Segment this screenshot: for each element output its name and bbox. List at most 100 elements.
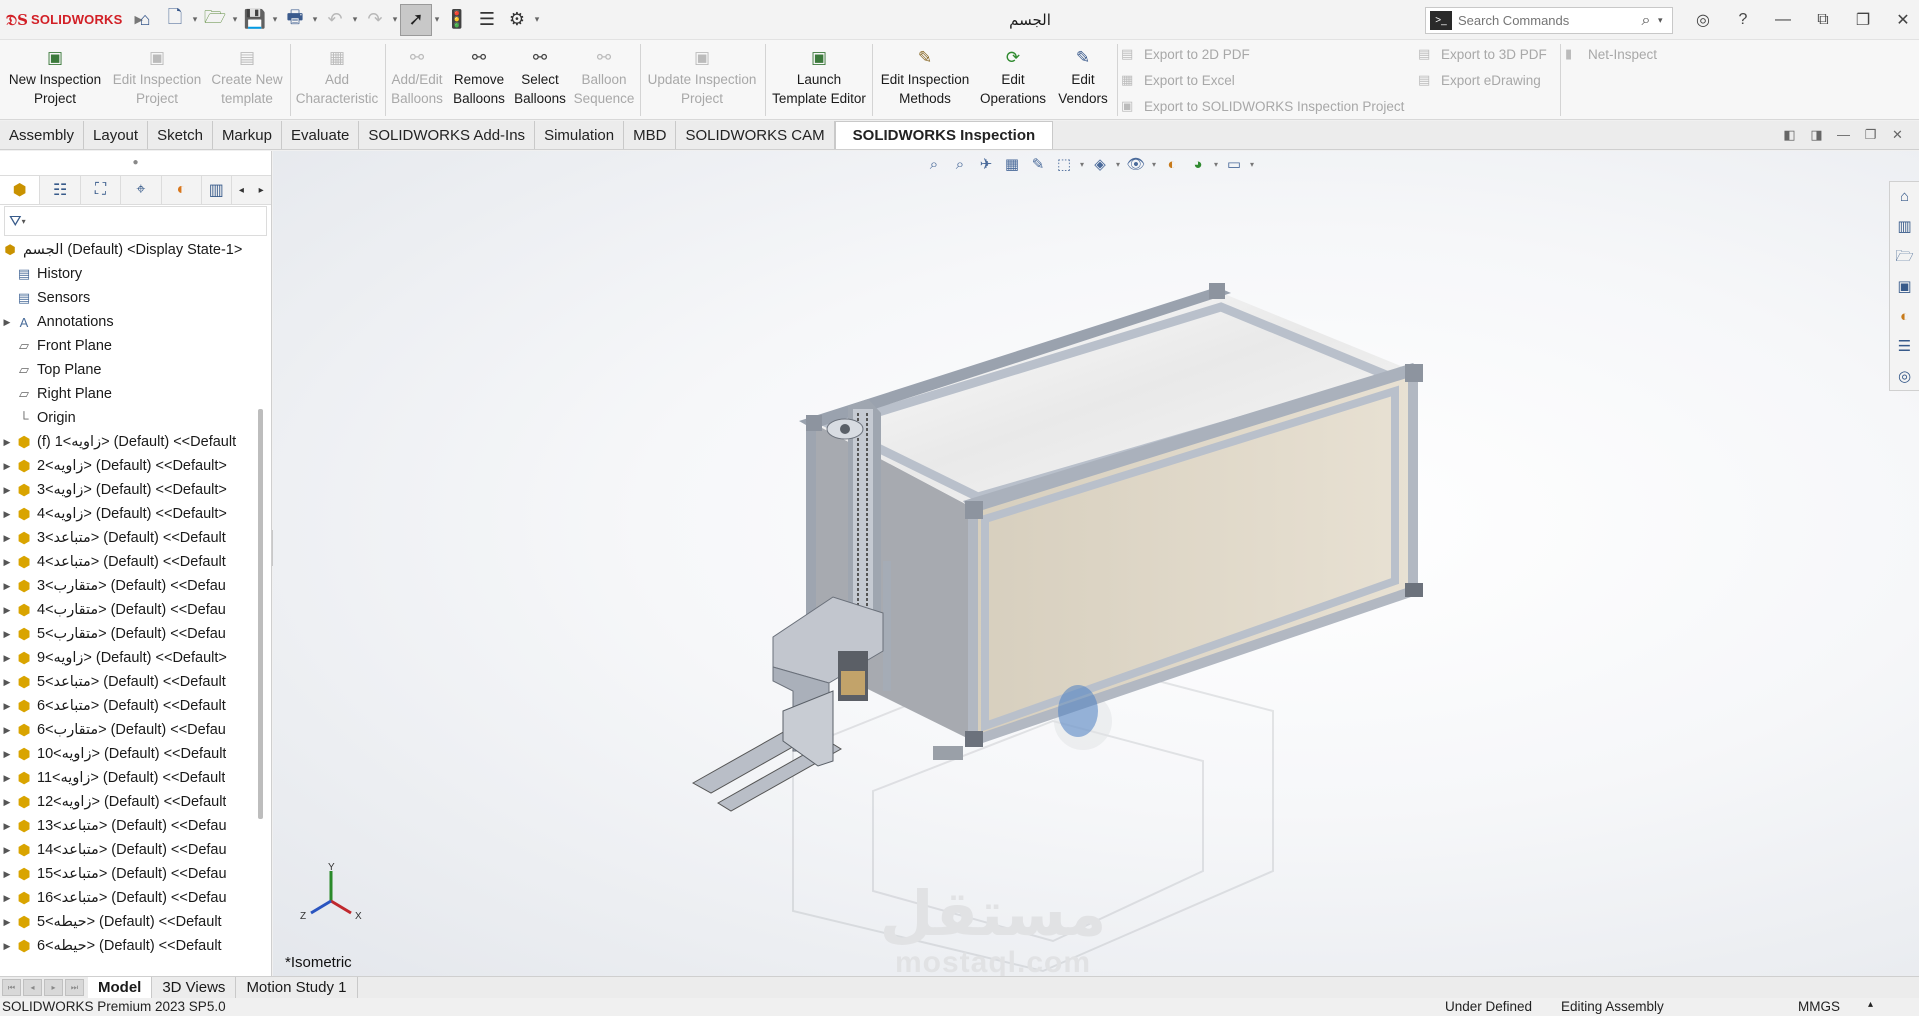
tree-item-component[interactable]: ▶ ⬢ 4<زاويه> (Default) <<Default> <box>0 502 258 526</box>
tab-mbd[interactable]: MBD <box>624 121 677 149</box>
tree-item-history[interactable]: ▤ History <box>0 262 258 286</box>
options-dropdown-icon[interactable]: ▾ <box>532 14 542 25</box>
expand-icon[interactable]: ▶ <box>0 701 14 712</box>
panel-grip[interactable]: ● <box>0 151 271 175</box>
new-dropdown-icon[interactable]: ▾ <box>190 14 200 25</box>
tile-left-icon[interactable]: ◧ <box>1776 127 1803 143</box>
tree-item-sensors[interactable]: ▤ Sensors <box>0 286 258 310</box>
close-icon[interactable]: ✕ <box>1883 10 1919 30</box>
tree-item-origin[interactable]: └ Origin <box>0 406 258 430</box>
expand-icon[interactable]: ▶ <box>0 533 14 544</box>
export-edrawing-button[interactable]: ▤ Export eDrawing <box>1418 72 1541 88</box>
new-document-icon[interactable]: 🗋 <box>160 5 190 35</box>
tree-item-component[interactable]: ▶ ⬢ 9<زاويه> (Default) <<Default> <box>0 646 258 670</box>
save-dropdown-icon[interactable]: ▾ <box>270 14 280 25</box>
tree-item-component[interactable]: ▶ ⬢ (f) 1<زاويه> (Default) <<Default <box>0 430 258 454</box>
expand-icon[interactable]: ▶ <box>0 917 14 928</box>
next-tab-arrow-icon[interactable]: ▸ <box>44 979 63 996</box>
export-excel-button[interactable]: ▦ Export to Excel <box>1121 72 1235 88</box>
tree-item-component[interactable]: ▶ ⬢ 5<متقارب> (Default) <<Defau <box>0 622 258 646</box>
tab-sketch[interactable]: Sketch <box>148 121 213 149</box>
doc-minimize-icon[interactable]: — <box>1830 127 1857 143</box>
expand-icon[interactable]: ▶ <box>0 869 14 880</box>
first-tab-arrow-icon[interactable]: ⏮ <box>2 979 21 996</box>
restore-icon[interactable]: ❐ <box>1843 10 1883 30</box>
display-manager-tab-icon[interactable]: ◐ <box>162 176 203 204</box>
search-dropdown-icon[interactable]: ▾ <box>1658 15 1672 26</box>
open-folder-icon[interactable]: 🗁 <box>200 5 230 35</box>
select-dropdown-icon[interactable]: ▾ <box>432 14 442 25</box>
search-icon[interactable]: ⌕ <box>1634 12 1658 30</box>
solidworks-logo[interactable]: 𝔇S SOLIDWORKS ▶ <box>0 11 143 29</box>
print-icon[interactable]: 🖶 <box>280 5 310 35</box>
rebuild-traffic-light-icon[interactable]: 🚦 <box>442 5 472 35</box>
tree-root[interactable]: ⬢ الجسم (Default) <Display State-1> <box>0 238 258 262</box>
expand-icon[interactable]: ▶ <box>0 437 14 448</box>
expand-icon[interactable]: ▶ <box>0 773 14 784</box>
prev-tab-arrow-icon[interactable]: ◂ <box>23 979 42 996</box>
expand-icon[interactable]: ▶ <box>0 653 14 664</box>
tree-scrollbar[interactable] <box>258 409 263 819</box>
tree-item-component[interactable]: ▶ ⬢ 13<متباعد> (Default) <<Defau <box>0 814 258 838</box>
tabs-left-arrow-icon[interactable]: ◂ <box>232 185 252 196</box>
export-2d-pdf-button[interactable]: ▤ Export to 2D PDF <box>1121 46 1250 62</box>
tree-item-right-plane[interactable]: ▱ Right Plane <box>0 382 258 406</box>
tree-item-front-plane[interactable]: ▱ Front Plane <box>0 334 258 358</box>
tile-right-icon[interactable]: ◨ <box>1803 127 1830 143</box>
search-input[interactable] <box>1458 13 1634 28</box>
unit-system[interactable]: MMGS <box>1798 999 1840 1014</box>
tree-item-component[interactable]: ▶ ⬢ 2<زاويه> (Default) <<Default> <box>0 454 258 478</box>
tree-item-component[interactable]: ▶ ⬢ 4<متقارب> (Default) <<Defau <box>0 598 258 622</box>
tab-layout[interactable]: Layout <box>84 121 149 149</box>
expand-icon[interactable]: ▶ <box>0 485 14 496</box>
tree-item-component[interactable]: ▶ ⬢ 6<حيطه> (Default) <<Default <box>0 934 258 958</box>
tile-windows-icon[interactable]: ⧉ <box>1803 11 1843 29</box>
expand-icon[interactable]: ▶ <box>0 461 14 472</box>
doc-restore-icon[interactable]: ❐ <box>1857 127 1884 143</box>
options-gear-icon[interactable]: ⚙ <box>502 5 532 35</box>
doc-close-icon[interactable]: ✕ <box>1884 127 1911 143</box>
new-inspection-project-button[interactable]: ▣ New Inspection Project <box>4 42 106 118</box>
tree-item-component[interactable]: ▶ ⬢ 15<متباعد> (Default) <<Defau <box>0 862 258 886</box>
tree-item-component[interactable]: ▶ ⬢ 3<زاويه> (Default) <<Default> <box>0 478 258 502</box>
property-manager-tab-icon[interactable]: ☷ <box>40 176 81 204</box>
tree-item-component[interactable]: ▶ ⬢ 6<متباعد> (Default) <<Default <box>0 694 258 718</box>
tree-item-top-plane[interactable]: ▱ Top Plane <box>0 358 258 382</box>
tab-markup[interactable]: Markup <box>213 121 282 149</box>
tab-evaluate[interactable]: Evaluate <box>282 121 360 149</box>
user-account-icon[interactable]: ◎ <box>1683 10 1723 30</box>
tree-item-annotations[interactable]: ▶ A Annotations <box>0 310 258 334</box>
expand-icon[interactable]: ▶ <box>0 725 14 736</box>
expand-icon[interactable]: ▶ <box>0 557 14 568</box>
home-icon[interactable]: ⌂ <box>130 5 160 35</box>
tree-item-component[interactable]: ▶ ⬢ 16<متباعد> (Default) <<Defau <box>0 886 258 910</box>
add-edit-balloons-button[interactable]: ⚯ Add/Edit Balloons <box>388 42 446 118</box>
edit-inspection-methods-button[interactable]: ✎ Edit Inspection Methods <box>875 42 975 118</box>
units-dropdown-icon[interactable]: ▴ <box>1868 999 1873 1010</box>
edit-inspection-project-button[interactable]: ▣ Edit Inspection Project <box>108 42 206 118</box>
tab-assembly[interactable]: Assembly <box>0 121 85 149</box>
tree-item-component[interactable]: ▶ ⬢ 3<متقارب> (Default) <<Defau <box>0 574 258 598</box>
expand-icon[interactable]: ▶ <box>0 629 14 640</box>
tree-item-component[interactable]: ▶ ⬢ 14<متباعد> (Default) <<Defau <box>0 838 258 862</box>
tab-solidworks-cam[interactable]: SOLIDWORKS CAM <box>676 121 835 149</box>
expand-icon[interactable]: ▶ <box>0 677 14 688</box>
tabs-right-arrow-icon[interactable]: ▸ <box>251 185 271 196</box>
remove-balloons-button[interactable]: ⚯ Remove Balloons <box>449 42 509 118</box>
edit-operations-button[interactable]: ⟳ Edit Operations <box>976 42 1050 118</box>
expand-icon[interactable]: ▶ <box>0 941 14 952</box>
redo-dropdown-icon[interactable]: ▾ <box>390 14 400 25</box>
tab-solidworks-add-ins[interactable]: SOLIDWORKS Add-Ins <box>359 121 536 149</box>
tree-item-component[interactable]: ▶ ⬢ 3<متباعد> (Default) <<Default <box>0 526 258 550</box>
print-dropdown-icon[interactable]: ▾ <box>310 14 320 25</box>
expand-icon[interactable]: ▶ <box>0 749 14 760</box>
undo-dropdown-icon[interactable]: ▾ <box>350 14 360 25</box>
launch-template-editor-button[interactable]: ▣ Launch Template Editor <box>768 42 870 118</box>
export-3d-pdf-button[interactable]: ▤ Export to 3D PDF <box>1418 46 1547 62</box>
tree-item-component[interactable]: ▶ ⬢ 10<زاويه> (Default) <<Default <box>0 742 258 766</box>
tab-model[interactable]: Model <box>88 976 153 999</box>
inspection-tab-icon[interactable]: ▥ <box>202 176 232 204</box>
redo-icon[interactable]: ↷ <box>360 5 390 35</box>
tree-item-component[interactable]: ▶ ⬢ 11<زاويه> (Default) <<Default <box>0 766 258 790</box>
tab-solidworks-inspection[interactable]: SOLIDWORKS Inspection <box>834 121 1054 149</box>
